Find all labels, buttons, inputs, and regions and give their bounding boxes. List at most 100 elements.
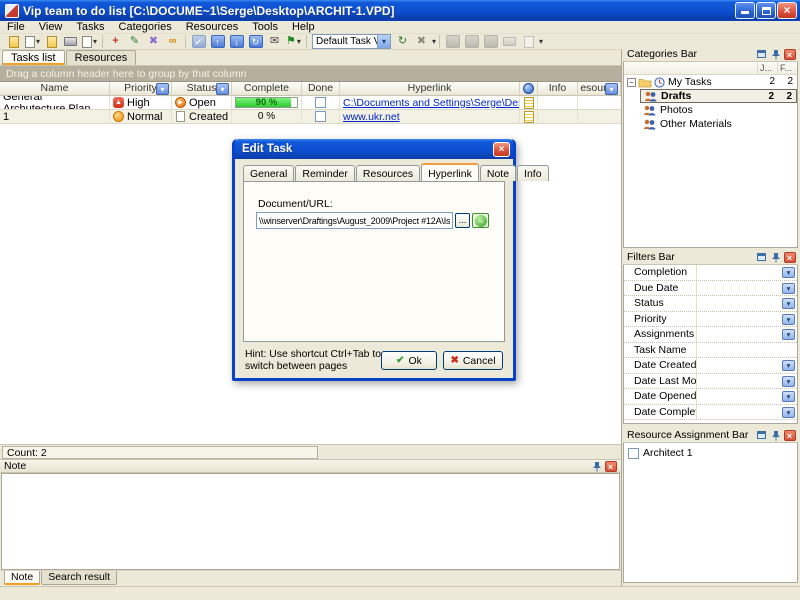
tree-item-photos[interactable]: Photos [624,103,797,117]
toggle-resources-button[interactable] [482,34,499,49]
task-view-select[interactable]: Default Task V ▾ [312,34,391,49]
categories-col2[interactable]: F... [777,62,797,74]
column-header-attachment[interactable] [520,82,538,96]
open-list-button[interactable]: ▾ [24,34,41,49]
open-dropdown-icon[interactable]: ▾ [36,37,40,46]
cancel-button[interactable]: ✖ Cancel [443,351,503,370]
group-by-bar[interactable]: Drag a column header here to group by th… [0,66,621,82]
filter-dropdown-icon[interactable]: ▾ [782,360,795,371]
apply-view-button[interactable]: ↻ [394,34,411,49]
dialog-tab-note[interactable]: Note [480,165,516,181]
toggle-filters-button[interactable] [463,34,480,49]
tree-item-my-tasks[interactable]: − My Tasks 2 2 [624,75,797,89]
menu-tasks[interactable]: Tasks [69,21,111,34]
dialog-tab-info[interactable]: Info [517,165,549,181]
dialog-tab-resources[interactable]: Resources [356,165,420,181]
tree-item-other-materials[interactable]: Other Materials [624,117,797,131]
print-bars-button[interactable] [501,34,518,49]
delete-task-button[interactable]: ✖ [145,34,162,49]
flag-dropdown-icon[interactable]: ▾ [297,37,301,46]
filters-dock-button[interactable] [755,251,768,263]
priority-filter-dropdown[interactable]: ▾ [156,83,169,95]
print-dropdown-icon[interactable]: ▾ [93,37,97,46]
tab-resources[interactable]: Resources [66,50,137,65]
filter-dropdown-icon[interactable]: ▾ [782,298,795,309]
toggle-categories-button[interactable] [444,34,461,49]
sidebar-splitter[interactable] [621,50,622,586]
categories-col1[interactable]: J... [757,62,777,74]
menu-categories[interactable]: Categories [112,21,179,34]
open-url-button[interactable]: → [472,213,489,228]
resource-checkbox[interactable] [628,448,639,459]
menu-view[interactable]: View [32,21,70,34]
sync-tasks-button[interactable]: ↻ [247,34,264,49]
dialog-tab-general[interactable]: General [243,165,294,181]
filters-pin-button[interactable] [769,251,782,263]
save-button[interactable] [43,34,60,49]
table-row[interactable]: General Archutecture Plan ▲ High ▶ Open … [0,96,621,110]
filters-close-button[interactable]: × [783,251,796,263]
edit-task-button[interactable]: ✎ [126,34,143,49]
print-button[interactable] [62,34,79,49]
close-button[interactable]: × [777,2,797,19]
filter-dropdown-icon[interactable]: ▾ [782,329,795,340]
print-preview-button[interactable]: ▾ [81,34,98,49]
done-checkbox[interactable] [315,97,326,108]
view-overflow-icon[interactable]: ▾ [432,37,436,46]
resource-item[interactable]: Architect 1 [624,443,797,459]
bars-overflow-icon[interactable]: ▾ [539,37,543,46]
menu-resources[interactable]: Resources [179,21,246,34]
add-task-button[interactable]: + [107,34,124,49]
column-header-hyperlink[interactable]: Hyperlink [340,82,520,96]
column-header-complete[interactable]: Complete [232,82,302,96]
tab-tasks-list[interactable]: Tasks list [2,50,65,65]
dialog-close-button[interactable]: × [493,142,510,157]
hyperlink[interactable]: www.ukr.net [343,111,400,123]
resource-close-button[interactable]: × [783,429,796,441]
resource-dock-button[interactable] [755,429,768,441]
tree-item-drafts[interactable]: Drafts 2 2 [640,89,797,103]
categories-pin-button[interactable] [769,48,782,60]
hyperlink[interactable]: C:\Documents and Settings\Serge\Desktop\… [343,97,520,109]
tab-search-result[interactable]: Search result [41,571,117,585]
dialog-tab-reminder[interactable]: Reminder [295,165,355,181]
categories-dock-button[interactable] [755,48,768,60]
table-row[interactable]: 1 Normal Created 0 % www.ukr.net [0,110,621,124]
move-up-button[interactable]: ↑ [209,34,226,49]
note-icon[interactable] [524,97,534,109]
restore-button[interactable] [756,2,776,19]
filter-dropdown-icon[interactable]: ▾ [782,391,795,402]
filter-dropdown-icon[interactable]: ▾ [782,376,795,387]
ok-button[interactable]: ✔ Ok [381,351,437,370]
note-pin-button[interactable] [590,460,603,472]
resource-pin-button[interactable] [769,429,782,441]
column-header-info[interactable]: Info [538,82,578,96]
note-editor[interactable] [1,473,620,570]
menu-help[interactable]: Help [285,21,322,34]
task-view-dropdown-icon[interactable]: ▾ [377,35,390,48]
minimize-button[interactable] [735,2,755,19]
filter-dropdown-icon[interactable]: ▾ [782,267,795,278]
clear-view-button[interactable]: ✖ [413,34,430,49]
hyperlink-button[interactable]: ∞ [164,34,181,49]
resource-filter-dropdown[interactable]: ▾ [605,83,618,95]
move-down-button[interactable]: ↓ [228,34,245,49]
menu-tools[interactable]: Tools [245,21,285,34]
browse-button[interactable]: ... [455,213,470,228]
note-icon[interactable] [524,111,534,123]
new-list-button[interactable] [5,34,22,49]
document-url-input[interactable] [256,212,453,229]
tab-note[interactable]: Note [4,571,40,585]
send-email-button[interactable]: ✉ [266,34,283,49]
done-checkbox[interactable] [315,111,326,122]
bars-more-button[interactable] [520,34,537,49]
flag-button[interactable]: ⚑▾ [285,34,302,49]
column-header-done[interactable]: Done [302,82,340,96]
collapse-icon[interactable]: − [627,78,636,87]
filter-dropdown-icon[interactable]: ▾ [782,407,795,418]
filter-value[interactable] [696,343,797,358]
filter-dropdown-icon[interactable]: ▾ [782,283,795,294]
note-close-button[interactable]: × [604,460,617,472]
categories-close-button[interactable]: × [783,48,796,60]
column-header-name[interactable]: Name [0,82,110,96]
